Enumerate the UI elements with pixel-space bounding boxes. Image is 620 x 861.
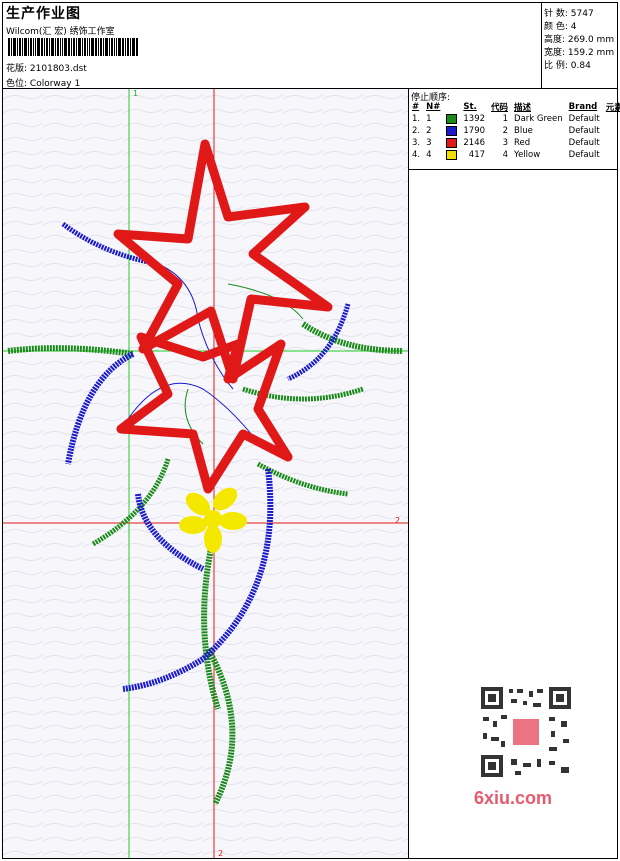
col-element: 元素 xyxy=(605,103,620,113)
table-row: 4. 4 417 4 Yellow Default xyxy=(412,149,600,160)
col-n: N# xyxy=(426,102,441,112)
stat-stitches: 针 数: 5747 xyxy=(544,9,594,19)
col-swatch xyxy=(443,101,460,113)
col-st: St. xyxy=(463,102,477,112)
col-num: # xyxy=(412,102,420,112)
col-desc: 描述 xyxy=(514,103,532,113)
table-row: 1. 1 1392 1 Dark Green Default xyxy=(412,113,600,124)
file-label: 花版: xyxy=(6,64,28,74)
stats-box: 针 数: 5747 颜 色: 4 高度: 269.0 mm 宽度: 159.2 … xyxy=(541,2,619,88)
table-header-row: # N# St. 代码 描述 Brand 元素 xyxy=(409,101,620,113)
file-value: 2101803.dst xyxy=(29,64,87,74)
table-row: 2. 2 1790 2 Blue Default xyxy=(412,125,600,136)
embroidery-design: 1 2 2 xyxy=(3,89,408,858)
qr-code-watermark xyxy=(471,681,581,786)
stat-scale: 比 例: 0.84 xyxy=(544,61,591,71)
color-swatch xyxy=(446,113,458,124)
color-swatch xyxy=(446,137,458,148)
studio-name: Wilcom(汇 宏) 绣饰工作室 xyxy=(6,27,115,37)
design-canvas: 1 2 2 xyxy=(3,89,409,858)
page-title: 生产作业图 xyxy=(6,6,81,22)
stat-colors: 颜 色: 4 xyxy=(544,22,577,32)
watermark-logo: 6xiu.com xyxy=(474,788,553,808)
color-swatch xyxy=(446,149,458,160)
stop-sequence-table: # N# St. 代码 描述 Brand 元素 1. 1 1392 1 Dark… xyxy=(409,101,620,161)
col-code: 代码 xyxy=(491,103,509,113)
guide-label-green: 1 xyxy=(133,89,138,98)
qr-code-icon xyxy=(479,685,573,779)
guide-label-red-bottom: 2 xyxy=(218,849,223,858)
color-swatch xyxy=(446,125,458,136)
seal-stamp xyxy=(513,719,539,745)
stop-sequence-panel: 停止顺序: # N# St. 代码 描述 Brand 元素 1. 1 1392 … xyxy=(409,89,620,170)
col-brand: Brand xyxy=(568,102,598,112)
barcode xyxy=(8,38,138,56)
guide-label-red-right: 2 xyxy=(395,516,400,525)
stat-height: 高度: 269.0 mm xyxy=(544,35,615,45)
file-info: 花版: 2101803.dst xyxy=(6,61,87,74)
stat-width: 宽度: 159.2 mm xyxy=(544,48,615,58)
table-row: 3. 3 2146 3 Red Default xyxy=(412,137,600,148)
